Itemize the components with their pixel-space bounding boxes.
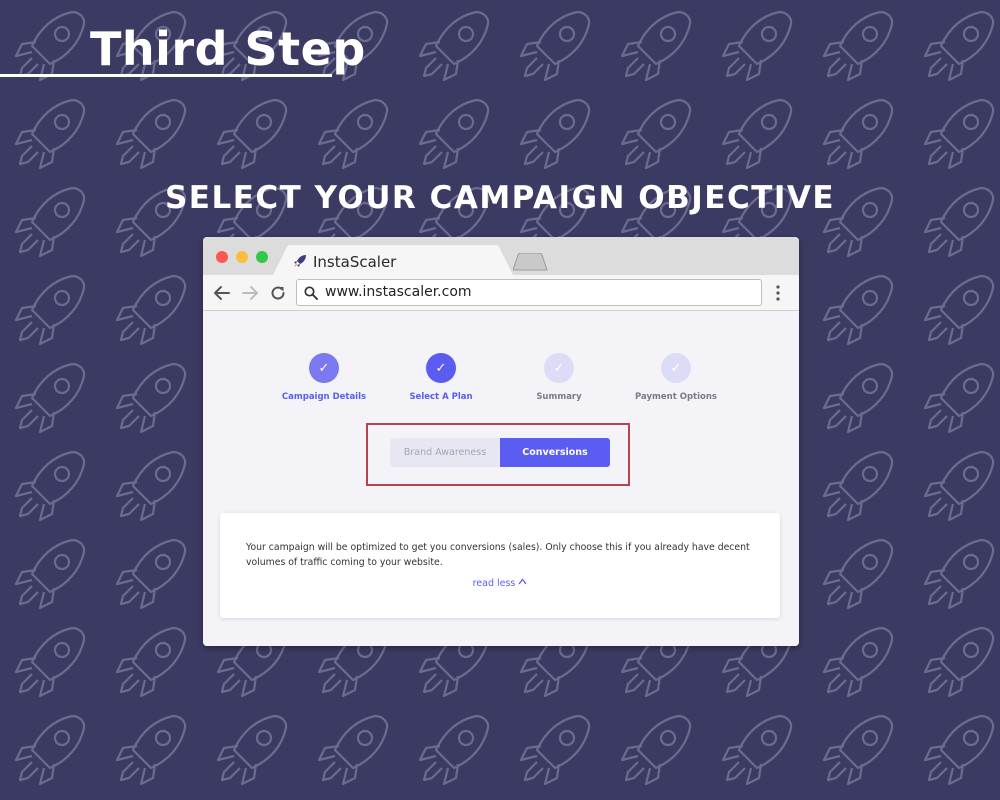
objective-description-text: Your campaign will be optimized to get y… <box>246 542 750 568</box>
arrow-right-icon[interactable] <box>241 284 259 302</box>
wizard-step-select-a-plan[interactable]: ✓ Select A Plan <box>381 353 501 402</box>
wizard-step-label: Summary <box>536 392 582 402</box>
chevron-up-icon <box>518 578 527 585</box>
wizard-step-payment-options[interactable]: ✓ Payment Options <box>616 353 736 402</box>
check-icon: ✓ <box>544 353 574 383</box>
wizard-step-label: Select A Plan <box>409 392 473 402</box>
minimize-window-button[interactable] <box>236 251 248 263</box>
rocket-icon <box>294 255 306 267</box>
reload-icon[interactable] <box>269 284 287 302</box>
read-less-link[interactable]: read less <box>220 578 780 589</box>
page-content: ✓ Campaign Details ✓ Select A Plan ✓ Sum… <box>203 311 799 646</box>
browser-window: InstaScaler www.instascaler.com ✓ Campai… <box>203 237 799 646</box>
url-text: www.instascaler.com <box>325 284 472 300</box>
browser-tab-title: InstaScaler <box>313 253 397 271</box>
objective-toggle: Brand Awareness Conversions <box>390 438 610 467</box>
page-headline: SELECT YOUR CAMPAIGN OBJECTIVE <box>164 180 836 216</box>
maximize-window-button[interactable] <box>256 251 268 263</box>
check-icon: ✓ <box>661 353 691 383</box>
check-icon: ✓ <box>309 353 339 383</box>
browser-toolbar: www.instascaler.com <box>203 275 799 311</box>
read-less-label: read less <box>472 578 516 589</box>
browser-tab-bar: InstaScaler <box>203 237 799 275</box>
brand-awareness-button[interactable]: Brand Awareness <box>390 438 500 467</box>
wizard-step-label: Campaign Details <box>281 392 367 402</box>
wizard-step-summary[interactable]: ✓ Summary <box>499 353 619 402</box>
search-icon <box>304 286 318 300</box>
address-bar[interactable]: www.instascaler.com <box>296 279 762 306</box>
objective-description-card: Your campaign will be optimized to get y… <box>220 513 780 618</box>
check-icon: ✓ <box>426 353 456 383</box>
step-title-underline <box>0 74 332 77</box>
new-tab-button[interactable] <box>513 253 549 271</box>
wizard-step-campaign-details[interactable]: ✓ Campaign Details <box>264 353 384 402</box>
arrow-left-icon[interactable] <box>213 284 231 302</box>
conversions-button[interactable]: Conversions <box>500 438 610 467</box>
step-title: Third Step <box>90 22 366 76</box>
close-window-button[interactable] <box>216 251 228 263</box>
kebab-menu-icon[interactable] <box>775 284 781 302</box>
wizard-step-label: Payment Options <box>635 392 717 402</box>
